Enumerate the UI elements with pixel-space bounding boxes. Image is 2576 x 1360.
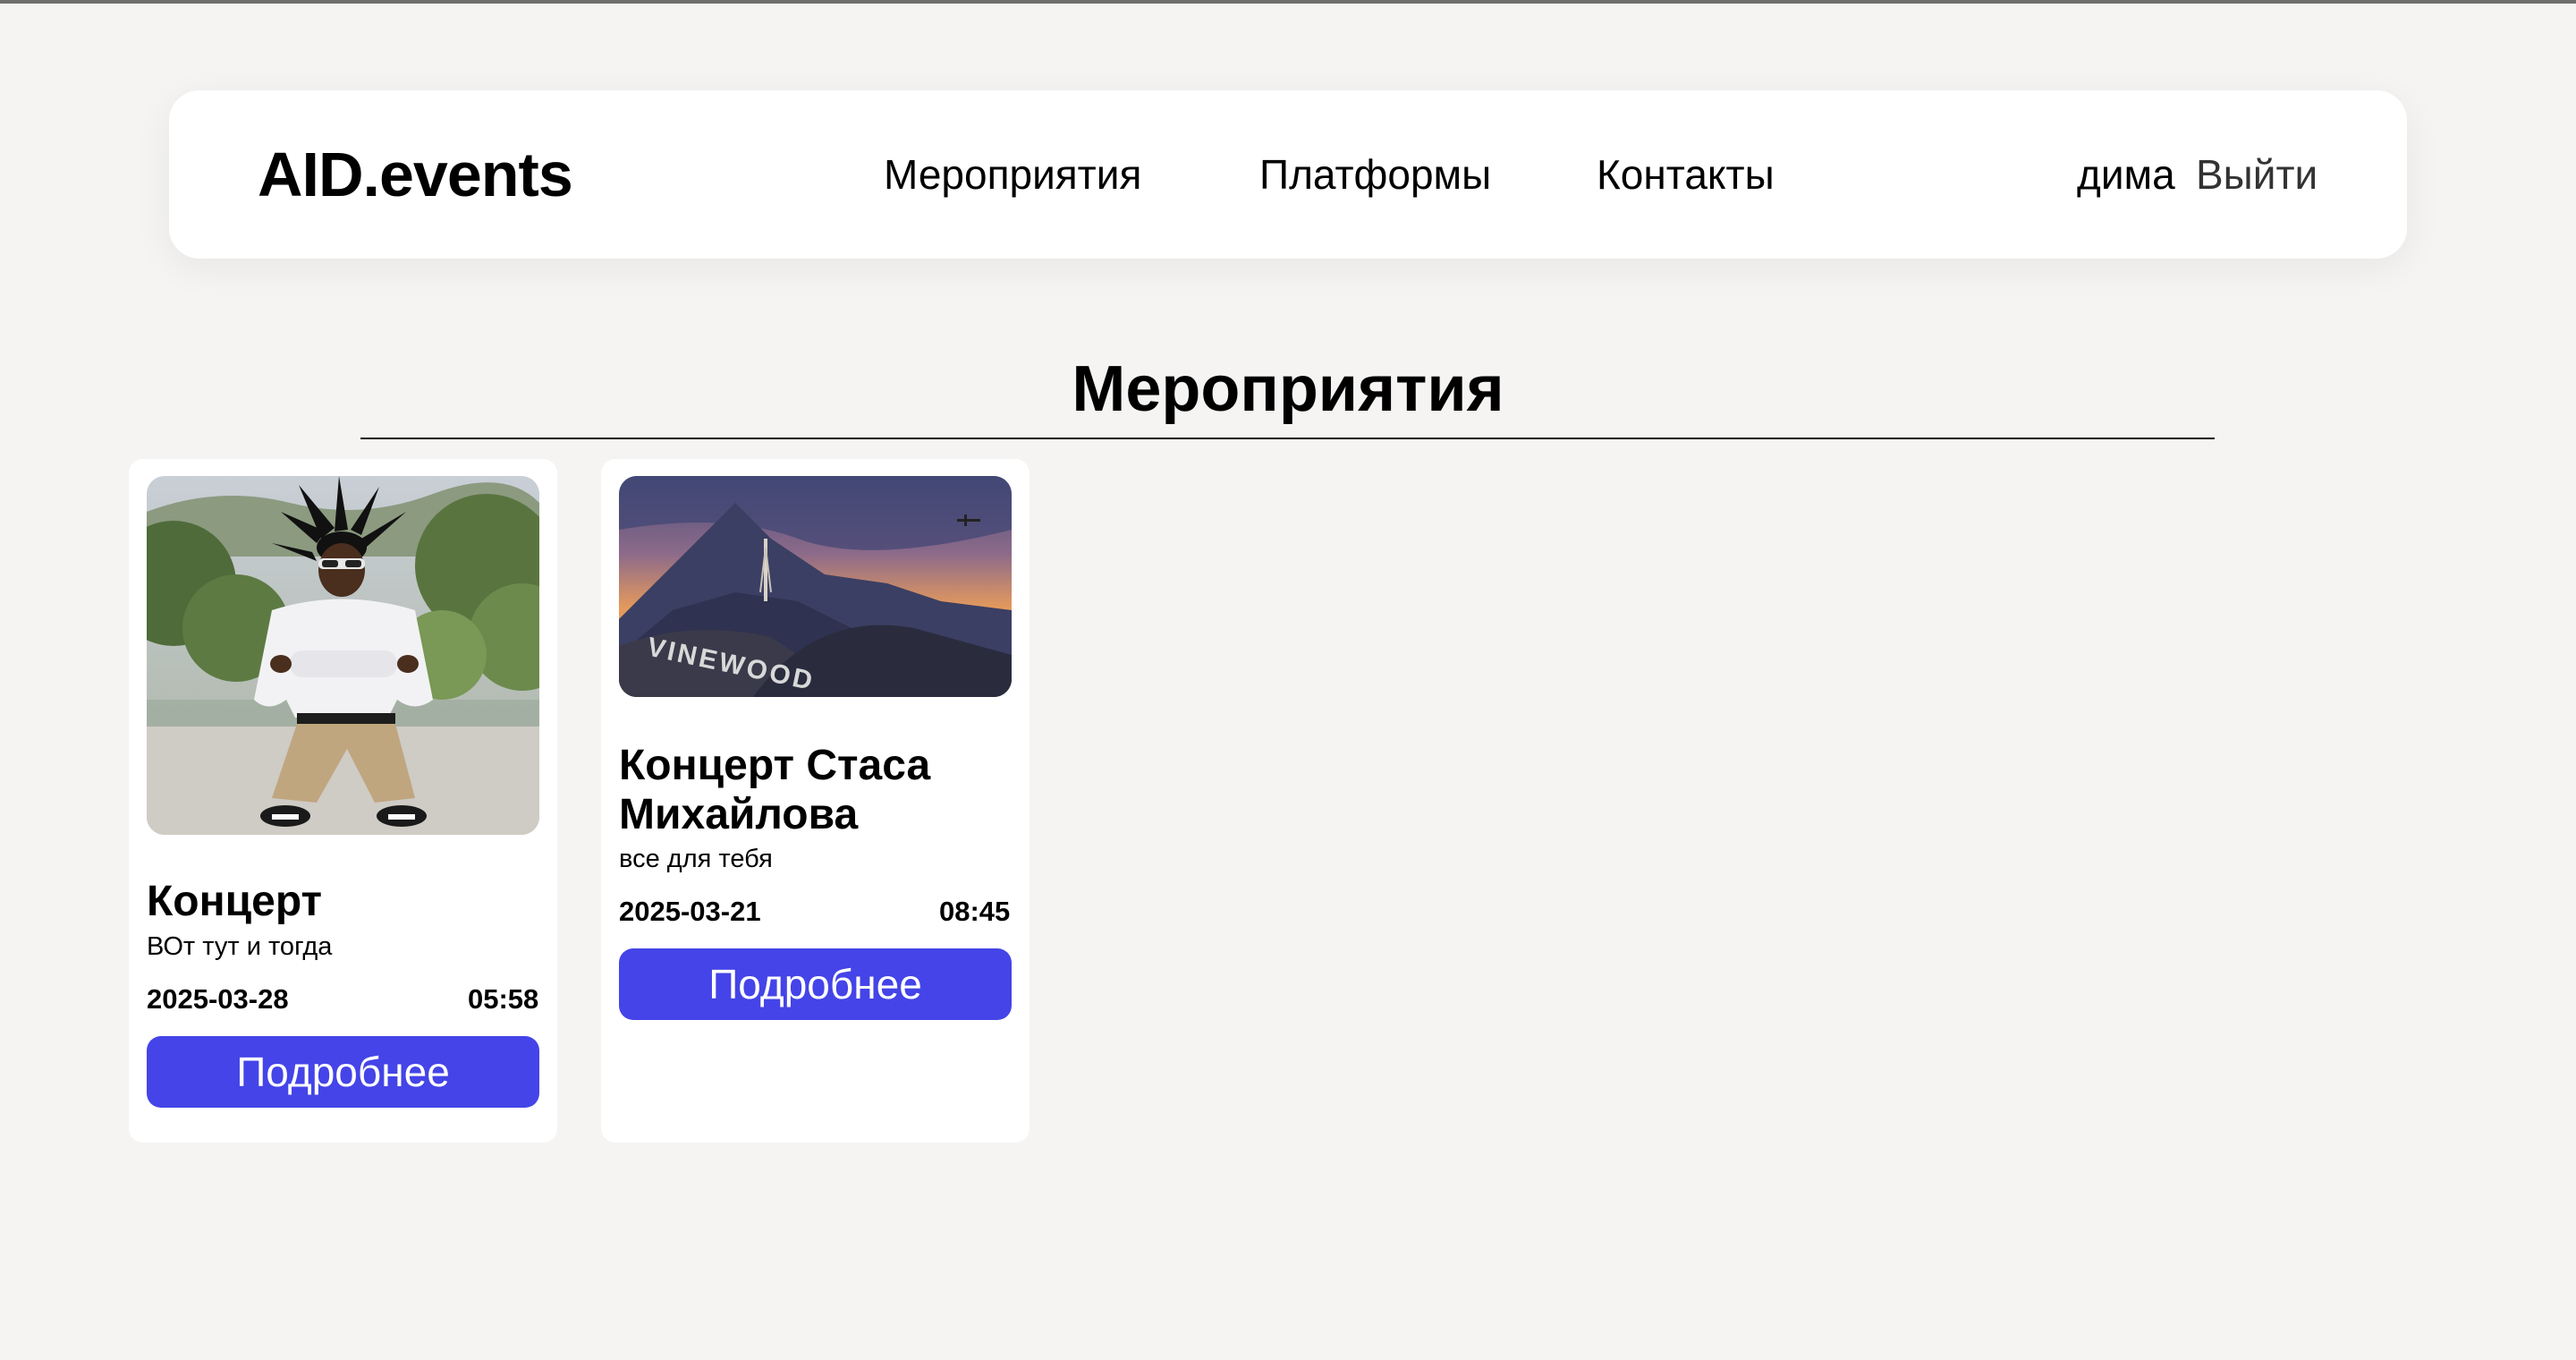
event-time: 08:45 <box>939 896 1011 927</box>
details-button[interactable]: Подробнее <box>147 1036 539 1108</box>
user-name: дима <box>2077 151 2175 198</box>
logout-link[interactable]: Выйти <box>2196 148 2318 201</box>
event-image-person-photo <box>147 476 539 835</box>
person-photo-illustration <box>147 476 539 835</box>
event-date: 2025-03-28 <box>147 983 289 1015</box>
event-image-vinewood-photo: VINEWOOD <box>619 476 1012 697</box>
event-time: 05:58 <box>468 983 539 1015</box>
page-title: Мероприятия <box>1072 353 1504 425</box>
event-description: все для тебя <box>619 845 773 873</box>
window-top-border <box>0 0 2576 4</box>
nav-item-events[interactable]: Мероприятия <box>884 148 1141 201</box>
vinewood-sunset-illustration: VINEWOOD <box>619 476 1012 697</box>
nav-item-contacts[interactable]: Контакты <box>1597 148 1775 201</box>
site-logo[interactable]: AID.events <box>258 134 573 215</box>
title-divider <box>360 438 2215 439</box>
event-description: ВОт тут и тогда <box>147 932 333 961</box>
nav-item-platforms[interactable]: Платформы <box>1259 148 1491 201</box>
event-date: 2025-03-21 <box>619 896 761 927</box>
event-title: Концерт <box>147 878 323 925</box>
details-button[interactable]: Подробнее <box>619 948 1012 1020</box>
event-title: Концерт Стаса Михайлова <box>619 742 931 838</box>
